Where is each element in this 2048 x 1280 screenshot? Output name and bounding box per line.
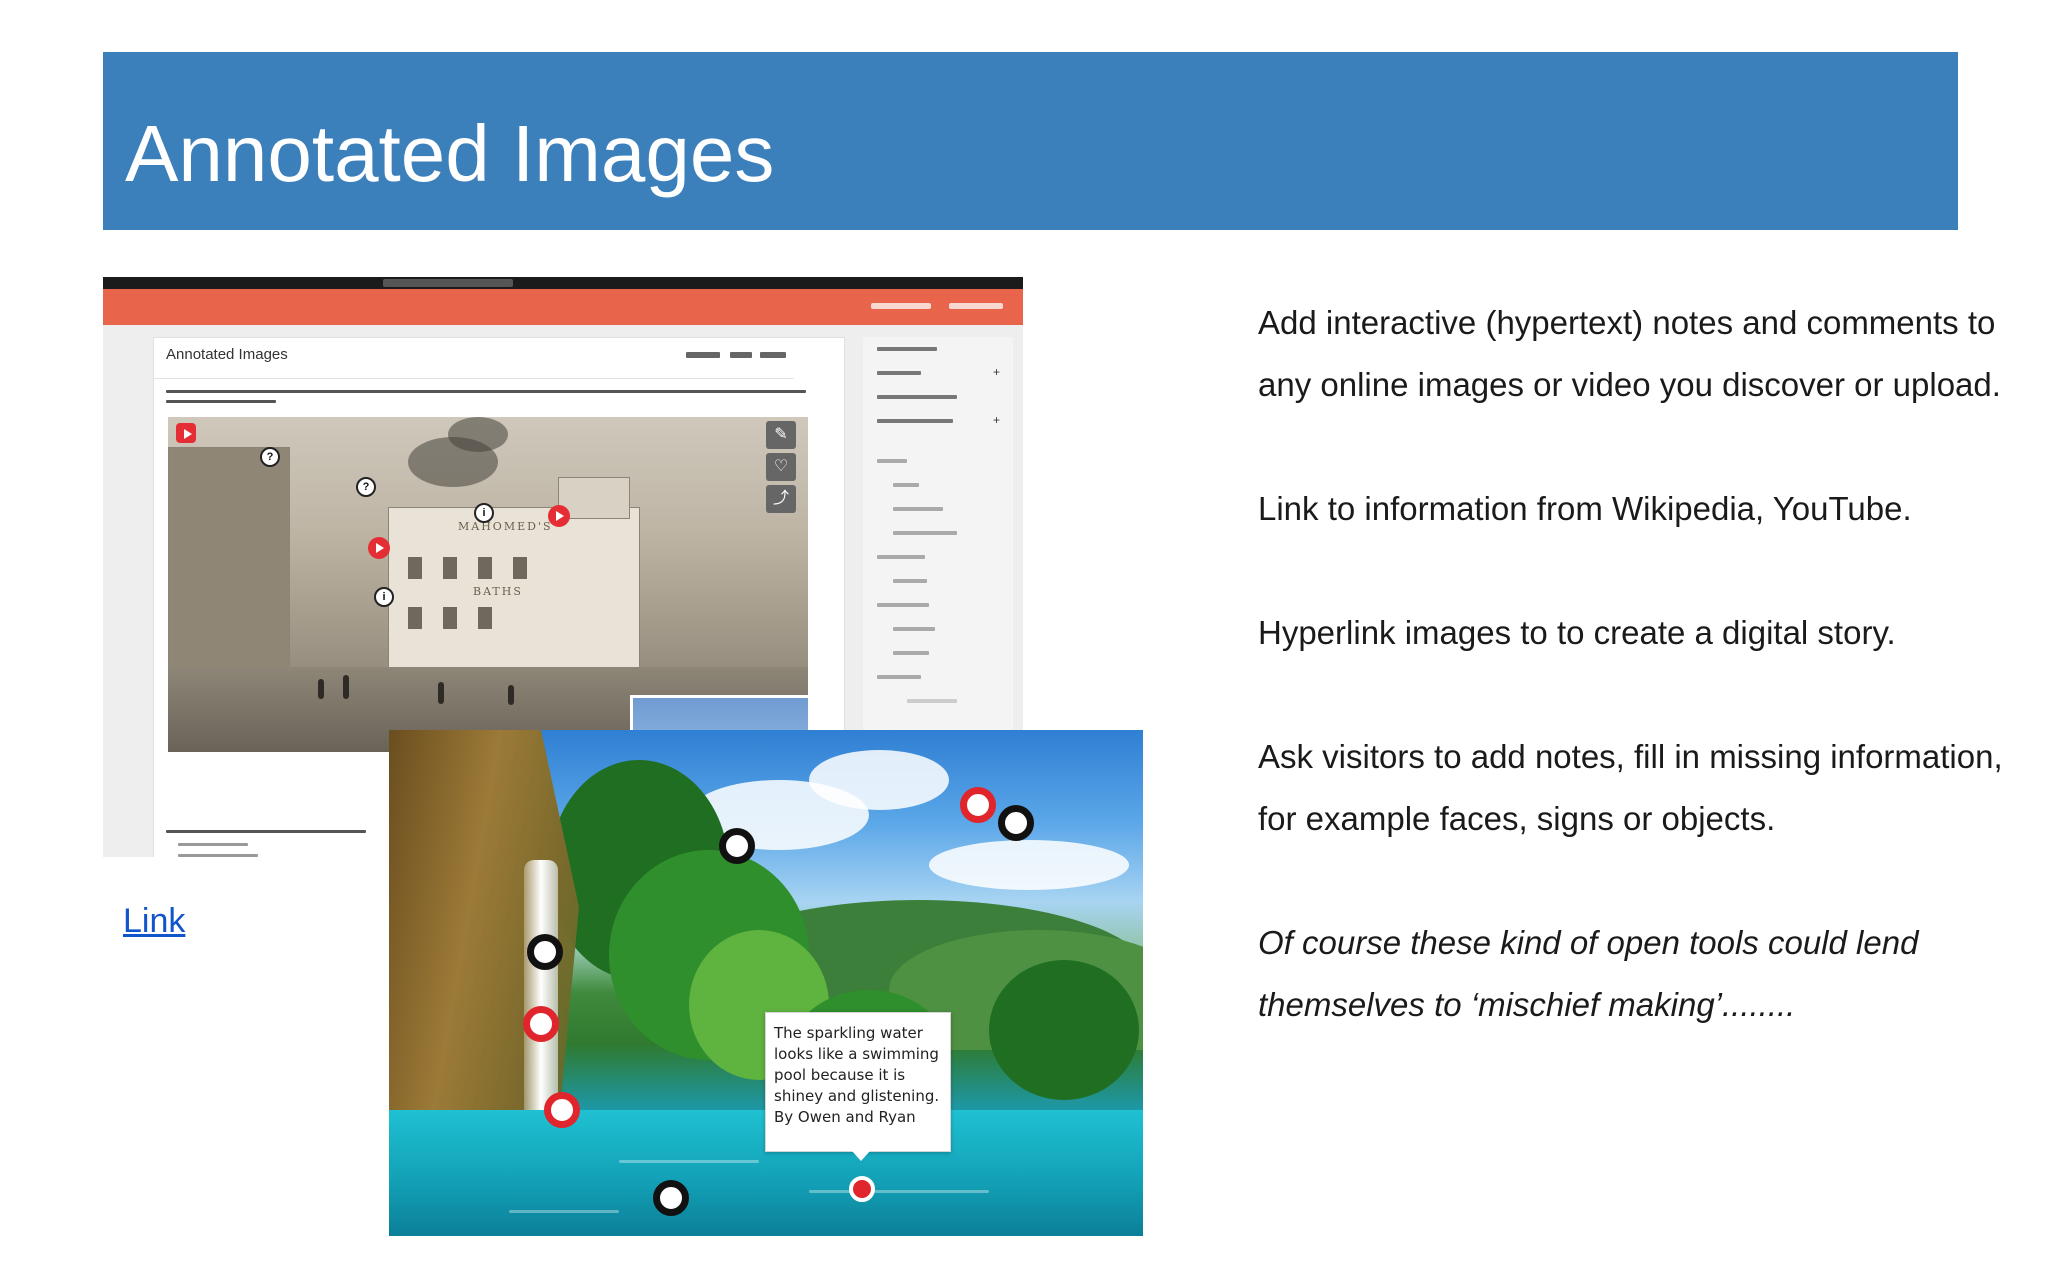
window [513,557,527,579]
figure [438,682,444,704]
history-button [760,352,786,358]
intro-text-line [166,400,276,403]
wiki-sidebar: + + [863,337,1013,797]
smoke [448,417,508,452]
engraving-image: MAHOMED'S BATHS ? ? i i ✎ ♡ ⤴ [168,417,808,752]
paragraph-link-info: Link to information from Wikipedia, YouT… [1258,490,1912,527]
annotation-note: The sparkling water looks like a swimmin… [765,1012,951,1161]
sidebar-item [893,627,935,631]
window [408,557,422,579]
browser-tab [383,279,513,287]
heart-icon: ♡ [766,453,796,481]
wiki-page-title: Annotated Images [166,346,288,363]
paragraph-annotate: Add interactive (hypertext) notes and co… [1258,304,2001,403]
cloud [929,840,1129,890]
question-pin: ? [356,477,376,497]
plus-icon: + [993,365,1001,379]
window [443,557,457,579]
figure [343,675,349,699]
comments-button [730,352,752,358]
annotation-marker[interactable] [960,787,996,823]
sidebar-item [893,651,929,655]
caption-text-line [166,830,366,833]
video-pin [548,505,570,527]
figure [508,685,514,705]
pencil-icon: ✎ [766,421,796,449]
browser-tab-bar [103,277,1023,289]
video-pin [368,537,390,559]
sidebar-item-pages-and-files [877,419,953,423]
link[interactable]: Link [123,902,185,941]
share-icon: ⤴ [766,485,796,513]
engraving-sign: BATHS [473,585,523,598]
sidebar-item [907,699,957,703]
annotation-marker[interactable] [527,934,563,970]
sidebar-item [877,675,921,679]
sidebar-item [893,579,927,583]
annotation-marker[interactable] [653,1180,689,1216]
text-column: Add interactive (hypertext) notes and co… [1258,292,2018,1036]
ripple [809,1190,989,1193]
window [478,557,492,579]
window [478,607,492,629]
ripple [619,1160,759,1163]
annotation-marker[interactable] [719,828,755,864]
title-banner: Annotated Images [103,52,1958,230]
sidebar-item [893,507,943,511]
list-item-line [178,854,258,857]
figure [318,679,324,699]
sidebar-item-wiki-home [877,347,937,351]
settings-button [949,303,1003,309]
sidebar-item [893,531,957,535]
window [408,607,422,629]
sidebar-item [877,459,907,463]
plus-icon: + [993,413,1001,427]
divider [154,378,794,379]
wiki-header-bar [103,289,1023,325]
engraving-sign: MAHOMED'S [458,520,553,533]
cloud [809,750,949,810]
tree [989,960,1139,1100]
slide: Annotated Images Annotated Images + + MA… [0,0,2048,1280]
annotation-toggle-icon [176,423,196,443]
waterfall-image: The sparkling water looks like a swimmin… [389,730,1143,1236]
members-button [871,303,931,309]
list-item-line [178,843,248,846]
sidebar-item-projects [877,371,921,375]
sidebar-item [877,555,925,559]
question-pin: ? [260,447,280,467]
paragraph-digital-story: Hyperlink images to to create a digital … [1258,614,1896,651]
annotation-marker[interactable] [998,805,1034,841]
sidebar-item-recent-changes [877,395,957,399]
annotation-marker-active[interactable] [849,1176,875,1202]
annotation-marker[interactable] [523,1006,559,1042]
annotation-note-text: The sparkling water looks like a swimmin… [774,1024,940,1126]
annotation-marker[interactable] [544,1092,580,1128]
building-left [168,447,290,689]
ripple [509,1210,619,1213]
intro-text-line [166,390,806,393]
edit-button [686,352,720,358]
sidebar-item [877,603,929,607]
slide-title: Annotated Images [125,109,775,198]
info-pin: i [474,503,494,523]
paragraph-visitors: Ask visitors to add notes, fill in missi… [1258,738,2003,837]
paragraph-mischief: Of course these kind of open tools could… [1258,924,1919,1023]
window [443,607,457,629]
sidebar-item [893,483,919,487]
info-pin: i [374,587,394,607]
